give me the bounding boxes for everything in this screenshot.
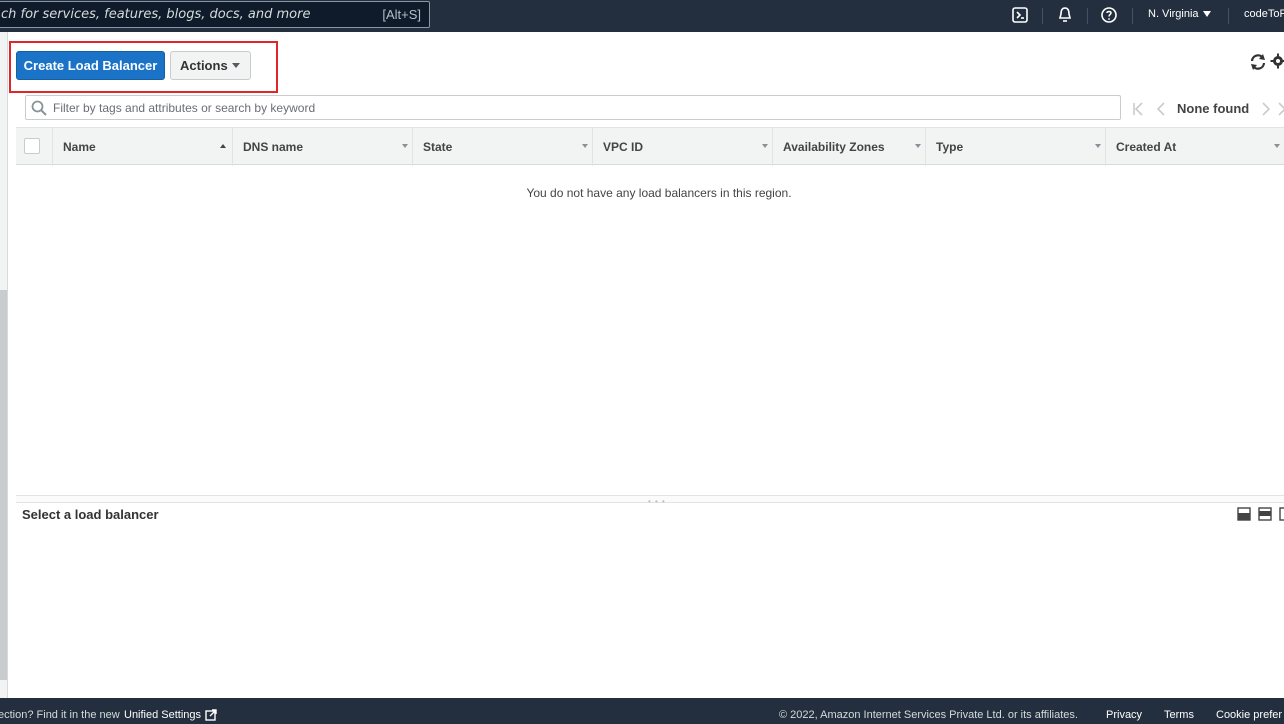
create-load-balancer-button[interactable]: Create Load Balancer <box>16 51 165 80</box>
column-header-state[interactable]: State <box>412 128 592 166</box>
region-label: N. Virginia <box>1148 8 1199 20</box>
details-panel-title: Select a load balancer <box>22 507 159 522</box>
left-scrollbar[interactable] <box>0 32 8 698</box>
layout-split-icon[interactable] <box>1258 507 1272 521</box>
unified-settings-link[interactable]: Unified Settings <box>124 709 201 721</box>
nav-separator <box>1228 8 1229 24</box>
footer-bar: ection? Find it in the new Unified Setti… <box>0 698 1284 724</box>
search-icon <box>31 100 47 116</box>
settings-prompt: ection? Find it in the new <box>0 709 120 721</box>
copyright-text: © 2022, Amazon Internet Services Private… <box>779 709 1078 721</box>
actions-dropdown-button[interactable]: Actions <box>170 51 251 80</box>
nav-separator <box>1087 8 1088 24</box>
column-header-created-at[interactable]: Created At <box>1105 128 1284 166</box>
caret-down-icon <box>232 63 240 68</box>
search-placeholder-wrap: ch for services, features, blogs, docs, … <box>1 2 361 29</box>
nav-separator <box>1042 8 1043 24</box>
search-placeholder: ch for services, features, blogs, docs, … <box>1 7 311 22</box>
account-menu[interactable]: codeToF <box>1244 8 1284 20</box>
pager-status: None found <box>1177 101 1250 116</box>
region-selector[interactable]: N. Virginia <box>1148 8 1211 20</box>
table-header: Name DNS name State VPC ID Availability … <box>16 127 1284 166</box>
top-navigation-bar: ch for services, features, blogs, docs, … <box>0 0 1284 32</box>
column-label: Availability Zones <box>783 140 885 154</box>
select-all-checkbox[interactable] <box>24 138 40 154</box>
refresh-icon[interactable] <box>1250 54 1266 70</box>
column-label: Created At <box>1116 140 1177 154</box>
next-page-icon[interactable] <box>1262 102 1271 116</box>
pager-nav-start <box>1133 102 1165 116</box>
previous-page-icon[interactable] <box>1156 102 1165 116</box>
sort-icon <box>1095 144 1101 148</box>
column-label: Name <box>63 140 96 154</box>
column-label: State <box>423 140 453 154</box>
cookie-preferences-link[interactable]: Cookie prefer <box>1216 709 1282 721</box>
layout-bottom-icon[interactable] <box>1237 507 1251 521</box>
panel-layout-icons <box>1237 507 1284 521</box>
help-icon[interactable] <box>1100 6 1118 24</box>
scrollbar-thumb[interactable] <box>0 290 7 680</box>
first-page-icon[interactable] <box>1133 102 1143 116</box>
cloudshell-icon[interactable] <box>1011 6 1029 24</box>
notifications-bell-icon[interactable] <box>1056 6 1074 24</box>
search-shortcut-hint: [Alt+S] <box>382 7 421 22</box>
sort-icon <box>402 144 408 148</box>
grip-dots-icon: • • • <box>648 497 666 506</box>
toolbar-icons <box>1250 53 1284 70</box>
column-header-type[interactable]: Type <box>925 128 1105 166</box>
sort-ascending-icon <box>220 144 226 148</box>
filter-placeholder: Filter by tags and attributes or search … <box>53 101 316 115</box>
external-link-icon <box>205 709 217 721</box>
privacy-link[interactable]: Privacy <box>1106 709 1142 721</box>
sort-icon <box>582 144 588 148</box>
nav-separator <box>1132 8 1133 24</box>
column-label: Type <box>936 140 964 154</box>
last-page-icon[interactable] <box>1278 102 1284 116</box>
column-label: VPC ID <box>603 140 644 154</box>
column-header-vpc-id[interactable]: VPC ID <box>592 128 772 166</box>
empty-table-message: You do not have any load balancers in th… <box>526 186 792 200</box>
sort-icon <box>1274 144 1280 148</box>
column-header-availability-zones[interactable]: Availability Zones <box>772 128 925 166</box>
column-header-name[interactable]: Name <box>52 128 232 166</box>
pager-nav-end <box>1262 102 1284 116</box>
global-search-input[interactable]: ch for services, features, blogs, docs, … <box>0 1 430 28</box>
caret-down-icon <box>1202 11 1211 18</box>
sort-icon <box>762 144 768 148</box>
filter-search-input[interactable]: Filter by tags and attributes or search … <box>25 95 1121 120</box>
column-label: DNS name <box>243 140 304 154</box>
column-header-dns-name[interactable]: DNS name <box>232 128 412 166</box>
actions-label: Actions <box>180 58 228 73</box>
settings-gear-icon[interactable] <box>1270 53 1284 69</box>
layout-side-icon[interactable] <box>1279 507 1284 521</box>
sort-icon <box>915 144 921 148</box>
panel-resize-handle[interactable]: • • • <box>16 495 1284 506</box>
terms-link[interactable]: Terms <box>1164 709 1194 721</box>
